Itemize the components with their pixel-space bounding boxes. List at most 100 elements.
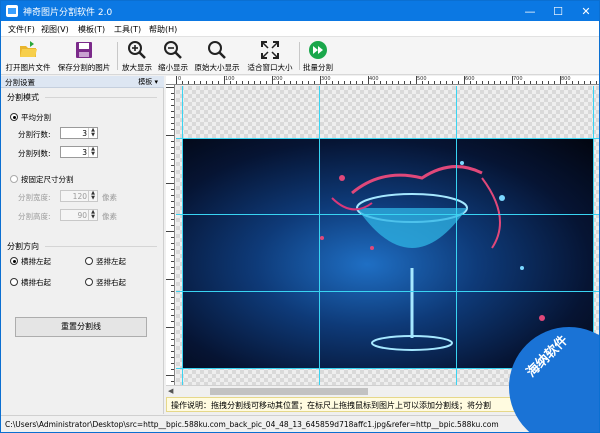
menu-file[interactable]: 文件(F) — [8, 24, 35, 35]
scroll-left-icon[interactable]: ◀ — [168, 387, 173, 395]
menu-view[interactable]: 视图(V) — [41, 24, 69, 35]
zoom-out-button[interactable]: 缩小显示 — [155, 39, 191, 73]
ruler-tick — [278, 81, 279, 84]
ruler-tick — [326, 81, 327, 84]
reset-split-lines-button[interactable]: 重置分割线 — [15, 317, 147, 337]
ruler-tick — [171, 207, 174, 208]
ruler-tick — [272, 76, 273, 84]
even-split-radio[interactable] — [10, 113, 18, 121]
menu-help[interactable]: 帮助(H) — [149, 24, 177, 35]
zoom-in-icon — [128, 41, 146, 59]
ruler-tick — [542, 81, 543, 84]
original-size-button[interactable]: 原始大小显示 — [193, 39, 241, 73]
stepper-arrows[interactable]: ▲ ▼ — [88, 210, 97, 220]
split-line-vertical[interactable] — [456, 86, 457, 397]
direction-radio-v-left[interactable] — [85, 257, 93, 265]
open-folder-icon — [20, 41, 37, 57]
rows-value: 3 — [82, 129, 87, 138]
maximize-button[interactable]: ☐ — [544, 1, 572, 21]
stepper-arrows[interactable]: ▲ ▼ — [88, 147, 97, 157]
ruler-tick — [506, 81, 507, 84]
ruler-tick — [171, 141, 174, 142]
ruler-tick — [308, 81, 309, 84]
split-line-vertical[interactable] — [319, 86, 320, 397]
original-size-label: 原始大小显示 — [194, 63, 240, 72]
direction-radio-h-left[interactable] — [10, 257, 18, 265]
fit-window-button[interactable]: 适合窗口大小 — [244, 39, 296, 73]
ruler-tick — [171, 165, 174, 166]
ruler-tick — [386, 81, 387, 84]
ruler-tick — [171, 267, 174, 268]
ruler-tick — [332, 81, 333, 84]
top-ruler[interactable]: 0 100 200 300 400 500 600 700 800 — [166, 76, 599, 85]
ruler-tick — [171, 111, 174, 112]
split-settings-panel: 分割设置 模板 ▾ 分割模式 平均分割 分割行数: 3 ▲ ▼ 分割列数: 3 ▲… — [1, 76, 164, 414]
ruler-tick — [422, 81, 423, 84]
ruler-tick — [458, 81, 459, 84]
fixed-size-radio[interactable] — [10, 175, 18, 183]
template-dropdown[interactable]: 模板 ▾ — [138, 77, 158, 87]
ruler-tick — [166, 135, 174, 136]
ruler-tick — [464, 76, 465, 84]
group-divider — [45, 246, 157, 247]
minimize-button[interactable]: — — [516, 1, 544, 21]
ruler-tick — [171, 261, 174, 262]
left-ruler[interactable] — [166, 85, 175, 397]
ruler-tick — [590, 81, 591, 84]
close-button[interactable]: ✕ — [572, 1, 599, 21]
ruler-tick — [171, 297, 174, 298]
ruler-tick — [440, 81, 441, 84]
split-line-horizontal[interactable] — [176, 138, 599, 139]
split-line-vertical[interactable] — [182, 86, 183, 397]
ruler-tick — [171, 117, 174, 118]
save-split-label: 保存分割的图片 — [57, 63, 111, 72]
batch-split-button[interactable]: 批量分割 — [300, 39, 336, 73]
height-stepper[interactable]: 90 ▲ ▼ — [60, 209, 98, 221]
panel-title: 分割设置 — [5, 78, 35, 87]
ruler-label: 0 — [178, 76, 182, 82]
cols-value: 3 — [82, 148, 87, 157]
open-image-label: 打开图片文件 — [5, 63, 51, 72]
split-line-horizontal[interactable] — [176, 214, 599, 215]
ruler-tick — [410, 81, 411, 84]
scroll-thumb[interactable] — [210, 388, 368, 395]
ruler-tick — [200, 81, 201, 84]
ruler-tick — [171, 201, 174, 202]
save-split-button[interactable]: 保存分割的图片 — [55, 39, 113, 73]
ruler-tick — [194, 81, 195, 84]
ruler-tick — [446, 81, 447, 84]
batch-split-icon — [309, 41, 327, 59]
ruler-tick — [171, 237, 174, 238]
ruler-tick — [166, 375, 174, 376]
ruler-tick — [578, 81, 579, 84]
menu-template[interactable]: 模板(T) — [78, 24, 105, 35]
ruler-tick — [212, 81, 213, 84]
open-image-button[interactable]: 打开图片文件 — [3, 39, 53, 73]
width-stepper[interactable]: 120 ▲ ▼ — [60, 190, 98, 202]
height-value: 90 — [77, 211, 87, 220]
rows-stepper[interactable]: 3 ▲ ▼ — [60, 127, 98, 139]
zoom-in-button[interactable]: 放大显示 — [119, 39, 155, 73]
direction-radio-v-right[interactable] — [85, 278, 93, 286]
ruler-tick — [171, 381, 174, 382]
ruler-tick — [470, 81, 471, 84]
ruler-tick — [171, 189, 174, 190]
fit-window-icon — [261, 41, 279, 59]
ruler-tick — [368, 76, 369, 84]
split-line-horizontal[interactable] — [176, 291, 599, 292]
cols-label: 分割列数: — [18, 149, 51, 158]
ruler-tick — [242, 81, 243, 84]
height-unit: 像素 — [102, 212, 117, 221]
direction-radio-h-right[interactable] — [10, 278, 18, 286]
cols-stepper[interactable]: 3 ▲ ▼ — [60, 146, 98, 158]
stepper-arrows[interactable]: ▲ ▼ — [88, 128, 97, 138]
save-icon — [76, 42, 92, 58]
ruler-tick — [171, 99, 174, 100]
menu-tools[interactable]: 工具(T) — [114, 24, 141, 35]
ruler-tick — [596, 81, 597, 84]
ruler-tick — [171, 315, 174, 316]
ruler-tick — [260, 81, 261, 84]
ruler-tick — [374, 81, 375, 84]
ruler-tick — [392, 81, 393, 84]
stepper-arrows[interactable]: ▲ ▼ — [88, 191, 97, 201]
